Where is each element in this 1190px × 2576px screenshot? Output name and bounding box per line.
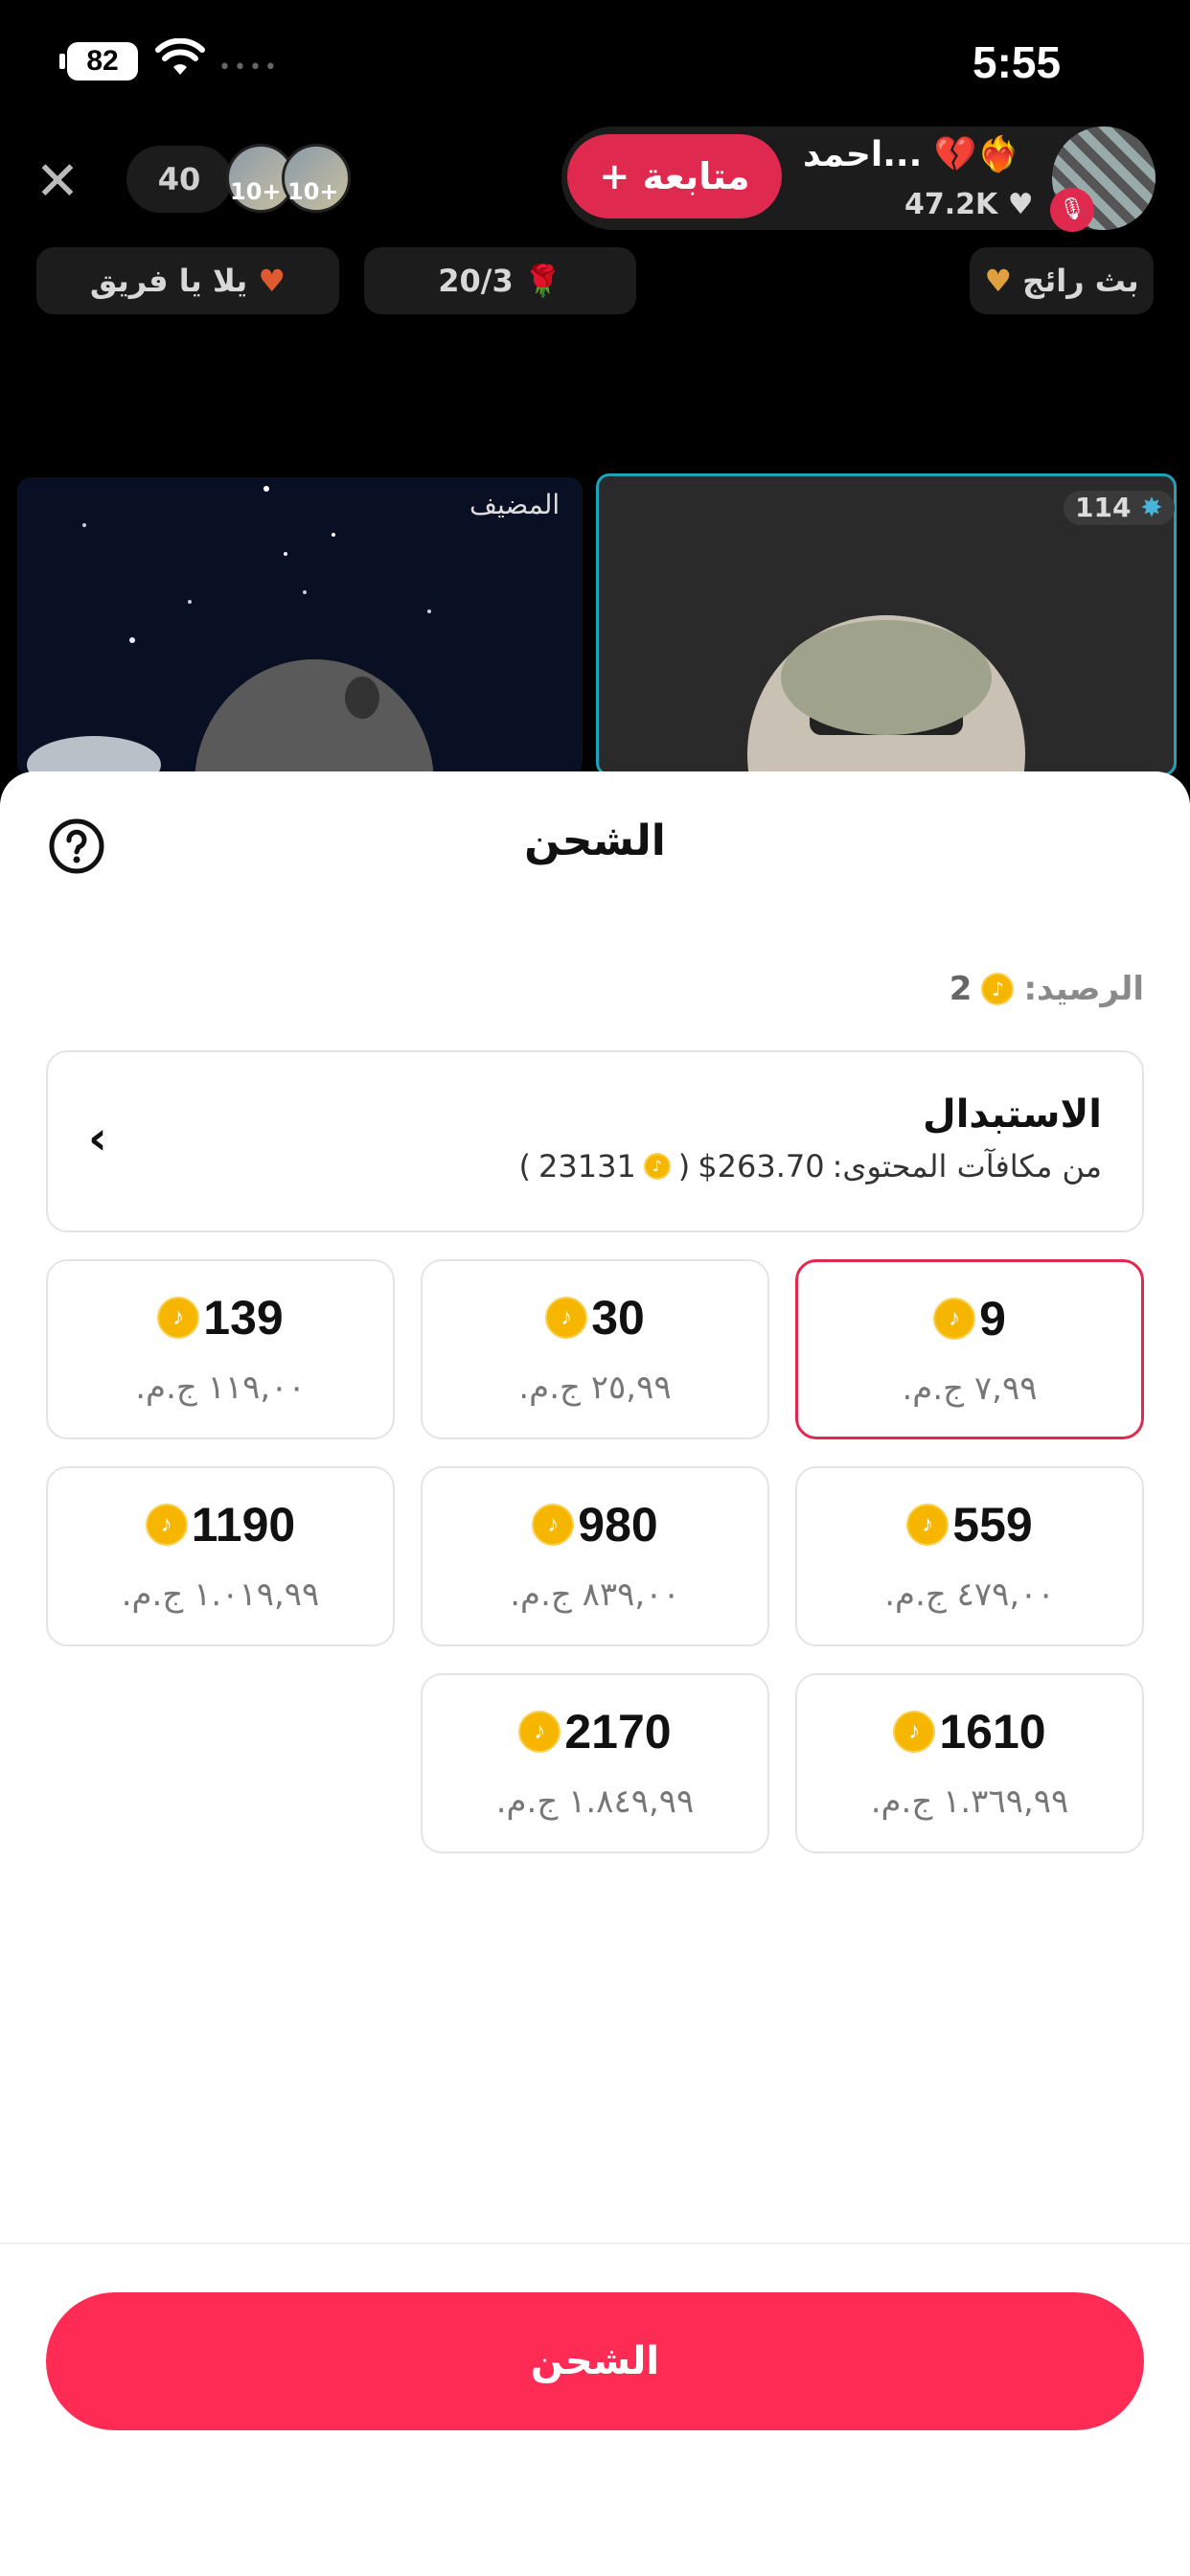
trending-chip[interactable]: ♥ بث رائج [970, 247, 1154, 314]
viewer-count[interactable]: 40 [126, 146, 232, 213]
sparkle-icon: ✸ [1140, 492, 1163, 523]
heart-icon: ♥ [984, 263, 1013, 299]
package-amount: ♪ 30 [423, 1290, 767, 1346]
package-amount: ♪ 559 [797, 1497, 1142, 1552]
exchange-rewards-button[interactable] [46, 1050, 1144, 1232]
coin-package-selected[interactable]: ♪ 9 ٧,٩٩ ج.م. [795, 1259, 1144, 1439]
package-price: ٨٣٩,٠٠ ج.م. [510, 1576, 680, 1614]
coin-package[interactable]: ♪ 2170 ١.٨٤٩,٩٩ ج.م. [421, 1673, 769, 1853]
team-label: يلا يا فريق [89, 263, 248, 299]
team-icon: ♥ [258, 263, 286, 299]
package-amount: ♪ 1610 [797, 1704, 1142, 1760]
bottom-divider [0, 2242, 1190, 2244]
balance-label: الرصيد: [1023, 970, 1144, 1008]
coin-package[interactable]: ♪ 980 ٨٣٩,٠٠ ج.م. [421, 1466, 769, 1646]
coin-icon: ♪ [518, 1711, 561, 1753]
battery-tip [59, 54, 65, 69]
coin-package[interactable]: ♪ 1190 ١.٠١٩,٩٩ ج.م. [46, 1466, 395, 1646]
heart-icon: ♥ [1007, 188, 1034, 221]
chevron-left-icon: ‹ [88, 1112, 107, 1165]
exchange-subtitle: من مكافآت المحتوى: $263.70 ( ♪ 23131 ) [519, 1148, 1102, 1184]
package-amount: ♪ 139 [48, 1290, 393, 1346]
rose-count: 20/3 [438, 263, 514, 299]
exchange-title: الاستبدال [922, 1092, 1102, 1137]
package-amount: ♪ 1190 [48, 1497, 393, 1552]
coin-icon: ♪ [643, 1153, 671, 1180]
package-amount: ♪ 9 [798, 1291, 1141, 1346]
viewer-rank-badge: 10+ [287, 178, 339, 205]
recharge-button[interactable]: الشحن [46, 2292, 1144, 2430]
coin-icon: ♪ [145, 1504, 188, 1546]
rose-goal-chip[interactable]: 20/3 🌹 [364, 247, 636, 314]
coin-icon: ♪ [933, 1298, 976, 1340]
package-amount: ♪ 980 [423, 1497, 767, 1552]
exchange-label: من مكافآت المحتوى: [832, 1148, 1102, 1184]
close-icon[interactable]: ✕ [29, 153, 86, 211]
package-amount-value: 1190 [191, 1498, 296, 1552]
package-amount-value: 30 [591, 1291, 645, 1345]
team-chip[interactable]: يلا يا فريق ♥ [36, 247, 339, 314]
package-price: ١١٩,٠٠ ج.م. [135, 1368, 306, 1407]
host-name: احمد... 💔❤️‍🔥 [803, 135, 1020, 174]
coin-package[interactable]: ♪ 30 ٢٥,٩٩ ج.م. [421, 1259, 769, 1439]
package-price: ٧,٩٩ ج.م. [902, 1369, 1038, 1408]
coin-icon: ♪ [545, 1297, 588, 1339]
package-amount-value: 559 [952, 1498, 1033, 1552]
package-amount-value: 1610 [939, 1705, 1046, 1759]
sheet-title: الشحن [524, 816, 666, 865]
coin-icon: ♪ [532, 1504, 575, 1546]
coin-icon: ♪ [981, 973, 1015, 1005]
wifi-icon [155, 38, 205, 75]
package-amount-value: 980 [578, 1498, 658, 1552]
package-price: ٤٧٩,٠٠ ج.م. [884, 1576, 1055, 1614]
coin-icon: ♪ [893, 1711, 936, 1753]
battery-indicator: 82 [67, 42, 138, 80]
paren-open: ( [677, 1148, 691, 1184]
package-price: ٢٥,٩٩ ج.م. [518, 1368, 672, 1407]
exchange-coins: 23131 [538, 1148, 636, 1184]
package-price: ١.٨٤٩,٩٩ ج.م. [495, 1782, 695, 1821]
rose-icon: 🌹 [523, 263, 562, 299]
balance-row: الرصيد: ♪ 2 [950, 970, 1144, 1008]
coin-icon: ♪ [157, 1297, 200, 1339]
tile-score-value: 114 [1075, 492, 1132, 523]
host-likes: 47.2K ♥ [904, 188, 1034, 221]
package-amount-value: 139 [203, 1291, 284, 1345]
balance-value: 2 [949, 970, 973, 1008]
package-amount-value: 9 [979, 1292, 1006, 1346]
trending-label: بث رائج [1022, 263, 1139, 299]
host-video-tile[interactable] [17, 477, 583, 776]
tile-score: 114 ✸ [1064, 491, 1175, 525]
coin-package[interactable]: ♪ 559 ٤٧٩,٠٠ ج.م. [795, 1466, 1144, 1646]
package-price: ١.٠١٩,٩٩ ج.م. [121, 1576, 320, 1614]
package-price: ١.٣٦٩,٩٩ ج.م. [870, 1782, 1069, 1821]
package-amount-value: 2170 [564, 1705, 672, 1759]
coin-icon: ♪ [906, 1504, 950, 1546]
signal-dots: •••• [218, 56, 280, 80]
exchange-value: $263.70 [698, 1148, 825, 1184]
status-time: 5:55 [973, 37, 1062, 87]
host-label: المضيف [469, 489, 561, 520]
coin-package[interactable]: ♪ 139 ١١٩,٠٠ ج.م. [46, 1259, 395, 1439]
package-amount: ♪ 2170 [423, 1704, 767, 1760]
viewer-rank-badge: 10+ [230, 178, 282, 205]
host-likes-value: 47.2K [904, 188, 998, 221]
follow-button[interactable]: + متابعة [567, 134, 782, 218]
coin-package[interactable]: ♪ 1610 ١.٣٦٩,٩٩ ج.م. [795, 1673, 1144, 1853]
space-scene [27, 486, 434, 776]
paren-close: ) [518, 1148, 531, 1184]
mic-off-icon: 🎙 [1050, 188, 1094, 232]
